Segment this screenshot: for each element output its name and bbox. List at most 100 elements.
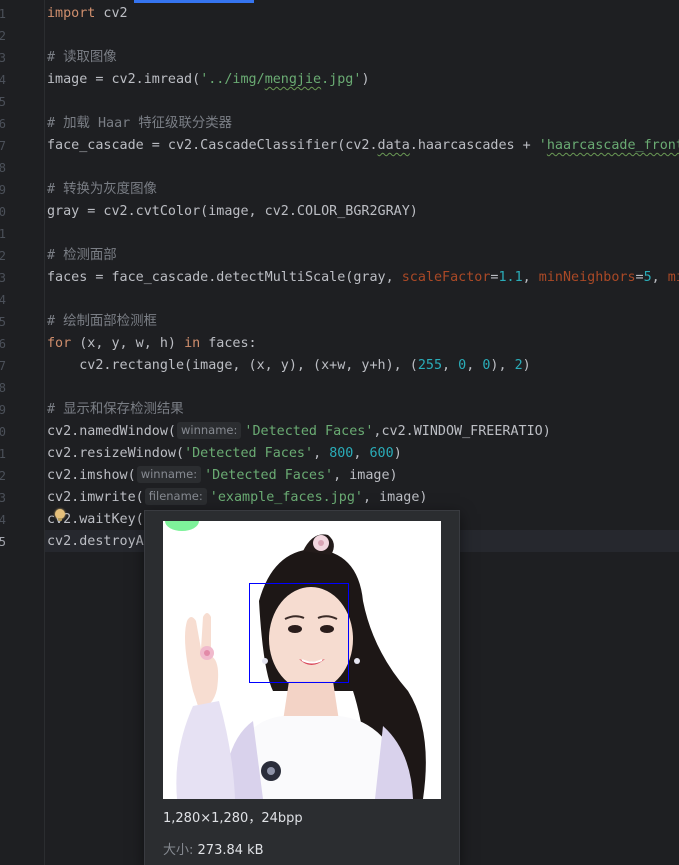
code-comment[interactable]: # 加载 Haar 特征级联分类器	[47, 113, 232, 135]
line-number: 1	[0, 227, 6, 241]
code-text: cv2.resizeWindow(	[47, 446, 185, 461]
active-tab-indicator	[134, 0, 254, 3]
line-number: 3	[0, 491, 6, 505]
line-number: 3	[0, 271, 6, 285]
code-text: faces = face_cascade.detectMultiScale(gr…	[47, 270, 402, 285]
code-text: )	[361, 72, 370, 87]
code-text: ,	[353, 446, 370, 461]
line-number: 9	[0, 183, 6, 197]
code-text: image = cv2.imread(	[47, 72, 201, 87]
named-parameter: mi	[667, 270, 679, 285]
parameter-hint: filename:	[144, 488, 207, 505]
line-number: 6	[0, 337, 6, 351]
file-size-label: 大小:	[163, 843, 194, 858]
line-number: 1	[0, 7, 6, 21]
line-number-gutter: 1 2 3 4 5 6 7 8 9 0 1 2 3 4 5 6 7 8 9 0 …	[0, 0, 45, 865]
line-number: 0	[0, 205, 6, 219]
code-text: (x, y, w, h)	[71, 336, 185, 351]
code-line[interactable]: import cv2	[47, 3, 128, 25]
code-text: .haarcascades +	[409, 138, 539, 153]
code-comment[interactable]: # 读取图像	[47, 47, 117, 69]
number-literal: 600	[369, 446, 394, 461]
code-comment[interactable]: # 绘制面部检测框	[47, 311, 157, 333]
line-number: 4	[0, 513, 6, 527]
code-comment[interactable]: # 转换为灰度图像	[47, 179, 157, 201]
line-number: 0	[0, 425, 6, 439]
detected-face-box	[249, 583, 349, 683]
number-literal: 2	[514, 358, 523, 373]
named-parameter: scaleFactor	[401, 270, 491, 285]
line-number: 9	[0, 403, 6, 417]
code-line[interactable]: for (x, y, w, h) in faces:	[47, 333, 257, 355]
code-text: ,	[651, 270, 668, 285]
parameter-hint: winname:	[177, 422, 242, 439]
image-preview-popup: 1,280×1,280，24bpp 大小: 273.84 kB	[144, 510, 460, 865]
code-text: data	[377, 138, 410, 153]
code-line[interactable]: cv2.imwrite(filename:'example_faces.jpg'…	[47, 487, 427, 509]
code-comment[interactable]: # 显示和保存检测结果	[47, 399, 184, 421]
string-literal: haarcascade_frontal	[546, 138, 679, 153]
line-number: 3	[0, 51, 6, 65]
string-literal: .jpg'	[321, 72, 362, 87]
line-number-active: 5	[0, 535, 6, 549]
line-number: 7	[0, 359, 6, 373]
number-literal: 800	[329, 446, 354, 461]
line-number: 2	[0, 249, 6, 263]
code-line[interactable]: cv2.rectangle(image, (x, y), (x+w, y+h),…	[47, 355, 531, 377]
line-number: 8	[0, 381, 6, 395]
image-file-size: 大小: 273.84 kB	[163, 839, 264, 858]
code-text: =	[635, 270, 644, 285]
number-literal: 255	[417, 358, 443, 373]
code-line[interactable]: cv2.resizeWindow('Detected Faces', 800, …	[47, 443, 402, 465]
code-text: , image)	[333, 468, 398, 483]
code-text: ,	[442, 358, 459, 373]
parameter-hint: winname:	[136, 466, 202, 483]
line-number: 4	[0, 73, 6, 87]
number-literal: 5	[643, 270, 652, 285]
code-line[interactable]: cv2.namedWindow(winname: 'Detected Faces'…	[47, 421, 551, 443]
code-text: cv2.imwrite(	[47, 490, 144, 505]
code-text: faces:	[200, 336, 257, 351]
code-comment[interactable]: # 检测面部	[47, 245, 117, 267]
code-line[interactable]: cv2.imshow(winname: 'Detected Faces', ima…	[47, 465, 398, 487]
code-text: ,cv2.WINDOW_FREERATIO)	[373, 424, 551, 439]
number-literal: 1.1	[498, 270, 523, 285]
line-number: 6	[0, 117, 6, 131]
code-editor[interactable]: 1 2 3 4 5 6 7 8 9 0 1 2 3 4 5 6 7 8 9 0 …	[0, 0, 679, 865]
string-literal: mengjie	[264, 72, 322, 87]
code-text: ,	[522, 270, 539, 285]
code-text: cv2	[95, 6, 128, 21]
image-preview	[163, 521, 441, 799]
code-text: )	[522, 358, 531, 373]
code-text: )	[393, 446, 402, 461]
line-number: 1	[0, 447, 6, 461]
lightbulb-icon[interactable]	[55, 509, 65, 521]
line-number: 4	[0, 293, 6, 307]
line-number: 8	[0, 161, 6, 175]
code-line[interactable]: gray = cv2.cvtColor(image, cv2.COLOR_BGR…	[47, 201, 418, 223]
named-parameter: minNeighbors	[538, 270, 636, 285]
line-number: 5	[0, 95, 6, 109]
string-literal: 'Detected Faces'	[244, 424, 374, 439]
keyword: in	[184, 336, 201, 351]
code-text: ,	[313, 446, 330, 461]
line-number: 2	[0, 29, 6, 43]
string-literal: 'Detected Faces'	[184, 446, 314, 461]
line-number: 5	[0, 315, 6, 329]
string-literal: 'example_faces.jpg'	[209, 490, 363, 505]
code-line[interactable]: image = cv2.imread('../img/mengjie.jpg')	[47, 69, 370, 91]
file-size-value: 273.84 kB	[197, 843, 264, 858]
string-literal: '	[538, 138, 547, 153]
code-line[interactable]: face_cascade = cv2.CascadeClassifier(cv2…	[47, 135, 679, 157]
keyword: import	[47, 6, 96, 21]
code-line[interactable]: faces = face_cascade.detectMultiScale(gr…	[47, 267, 679, 289]
code-line[interactable]: cv2.destroyA	[47, 531, 144, 553]
code-text: cv2.namedWindow(	[47, 424, 176, 439]
code-text: cv2.rectangle(image, (x, y), (x+w, y+h),…	[47, 358, 418, 373]
code-text: ,	[466, 358, 483, 373]
line-number: 2	[0, 469, 6, 483]
code-text: face_cascade = cv2.CascadeClassifier(cv2…	[47, 138, 378, 153]
code-text: , image)	[362, 490, 428, 505]
line-number: 7	[0, 139, 6, 153]
string-literal: '../img/	[200, 72, 265, 87]
